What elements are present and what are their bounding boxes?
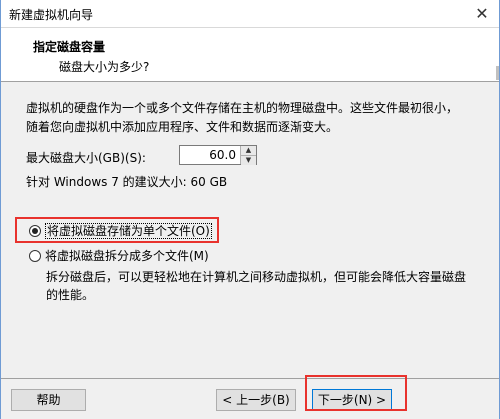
wizard-header: 指定磁盘容量 磁盘大小为多少? xyxy=(1,28,499,82)
header-edge xyxy=(496,66,499,80)
max-size-label: 最大磁盘大小(GB)(S): xyxy=(26,151,146,165)
radio-unchecked-icon[interactable] xyxy=(29,249,41,262)
wizard-window: 新建虚拟机向导 ✕ 指定磁盘容量 磁盘大小为多少? 虚拟机的硬盘作为一个或多个文… xyxy=(0,0,500,419)
split-description: 拆分磁盘后，可以更轻松地在计算机之间移动虚拟机，但可能会降低大容量磁盘的性能。 xyxy=(46,270,467,302)
back-button[interactable]: < 上一步(B) xyxy=(216,389,296,411)
recommended-size: 针对 Windows 7 的建议大小: 60 GB xyxy=(26,175,228,189)
disk-description: 虚拟机的硬盘作为一个或多个文件存储在主机的物理磁盘中。这些文件最初很小，随着您向… xyxy=(26,101,459,134)
radio-single-file[interactable]: 将虚拟磁盘存储为单个文件(O) xyxy=(29,222,212,239)
radio-split-files[interactable]: 将虚拟磁盘拆分成多个文件(M) xyxy=(29,247,209,264)
max-size-stepper[interactable]: 60.0 ▲ ▼ xyxy=(179,145,257,165)
title-bar: 新建虚拟机向导 ✕ xyxy=(1,0,499,28)
window-title: 新建虚拟机向导 xyxy=(9,8,94,22)
spin-up-icon[interactable]: ▲ xyxy=(241,146,256,155)
footer-divider xyxy=(1,378,499,379)
wizard-body: 虚拟机的硬盘作为一个或多个文件存储在主机的物理磁盘中。这些文件最初很小，随着您向… xyxy=(1,83,499,379)
radio-single-label: 将虚拟磁盘存储为单个文件(O) xyxy=(45,222,212,239)
page-subtitle: 磁盘大小为多少? xyxy=(59,60,150,74)
spin-down-icon[interactable]: ▼ xyxy=(241,155,256,165)
radio-checked-icon[interactable] xyxy=(29,224,41,237)
page-title: 指定磁盘容量 xyxy=(33,40,106,54)
stepper-arrows: ▲ ▼ xyxy=(240,146,256,165)
help-button[interactable]: 帮助 xyxy=(11,389,86,411)
single-file-label-text: 将虚拟磁盘存储为单个文件(O) xyxy=(45,223,212,239)
close-icon[interactable]: ✕ xyxy=(473,5,491,23)
split-files-label-text: 将虚拟磁盘拆分成多个文件(M) xyxy=(45,249,209,263)
max-size-value[interactable]: 60.0 xyxy=(180,146,240,164)
next-button[interactable]: 下一步(N) > xyxy=(312,389,392,411)
